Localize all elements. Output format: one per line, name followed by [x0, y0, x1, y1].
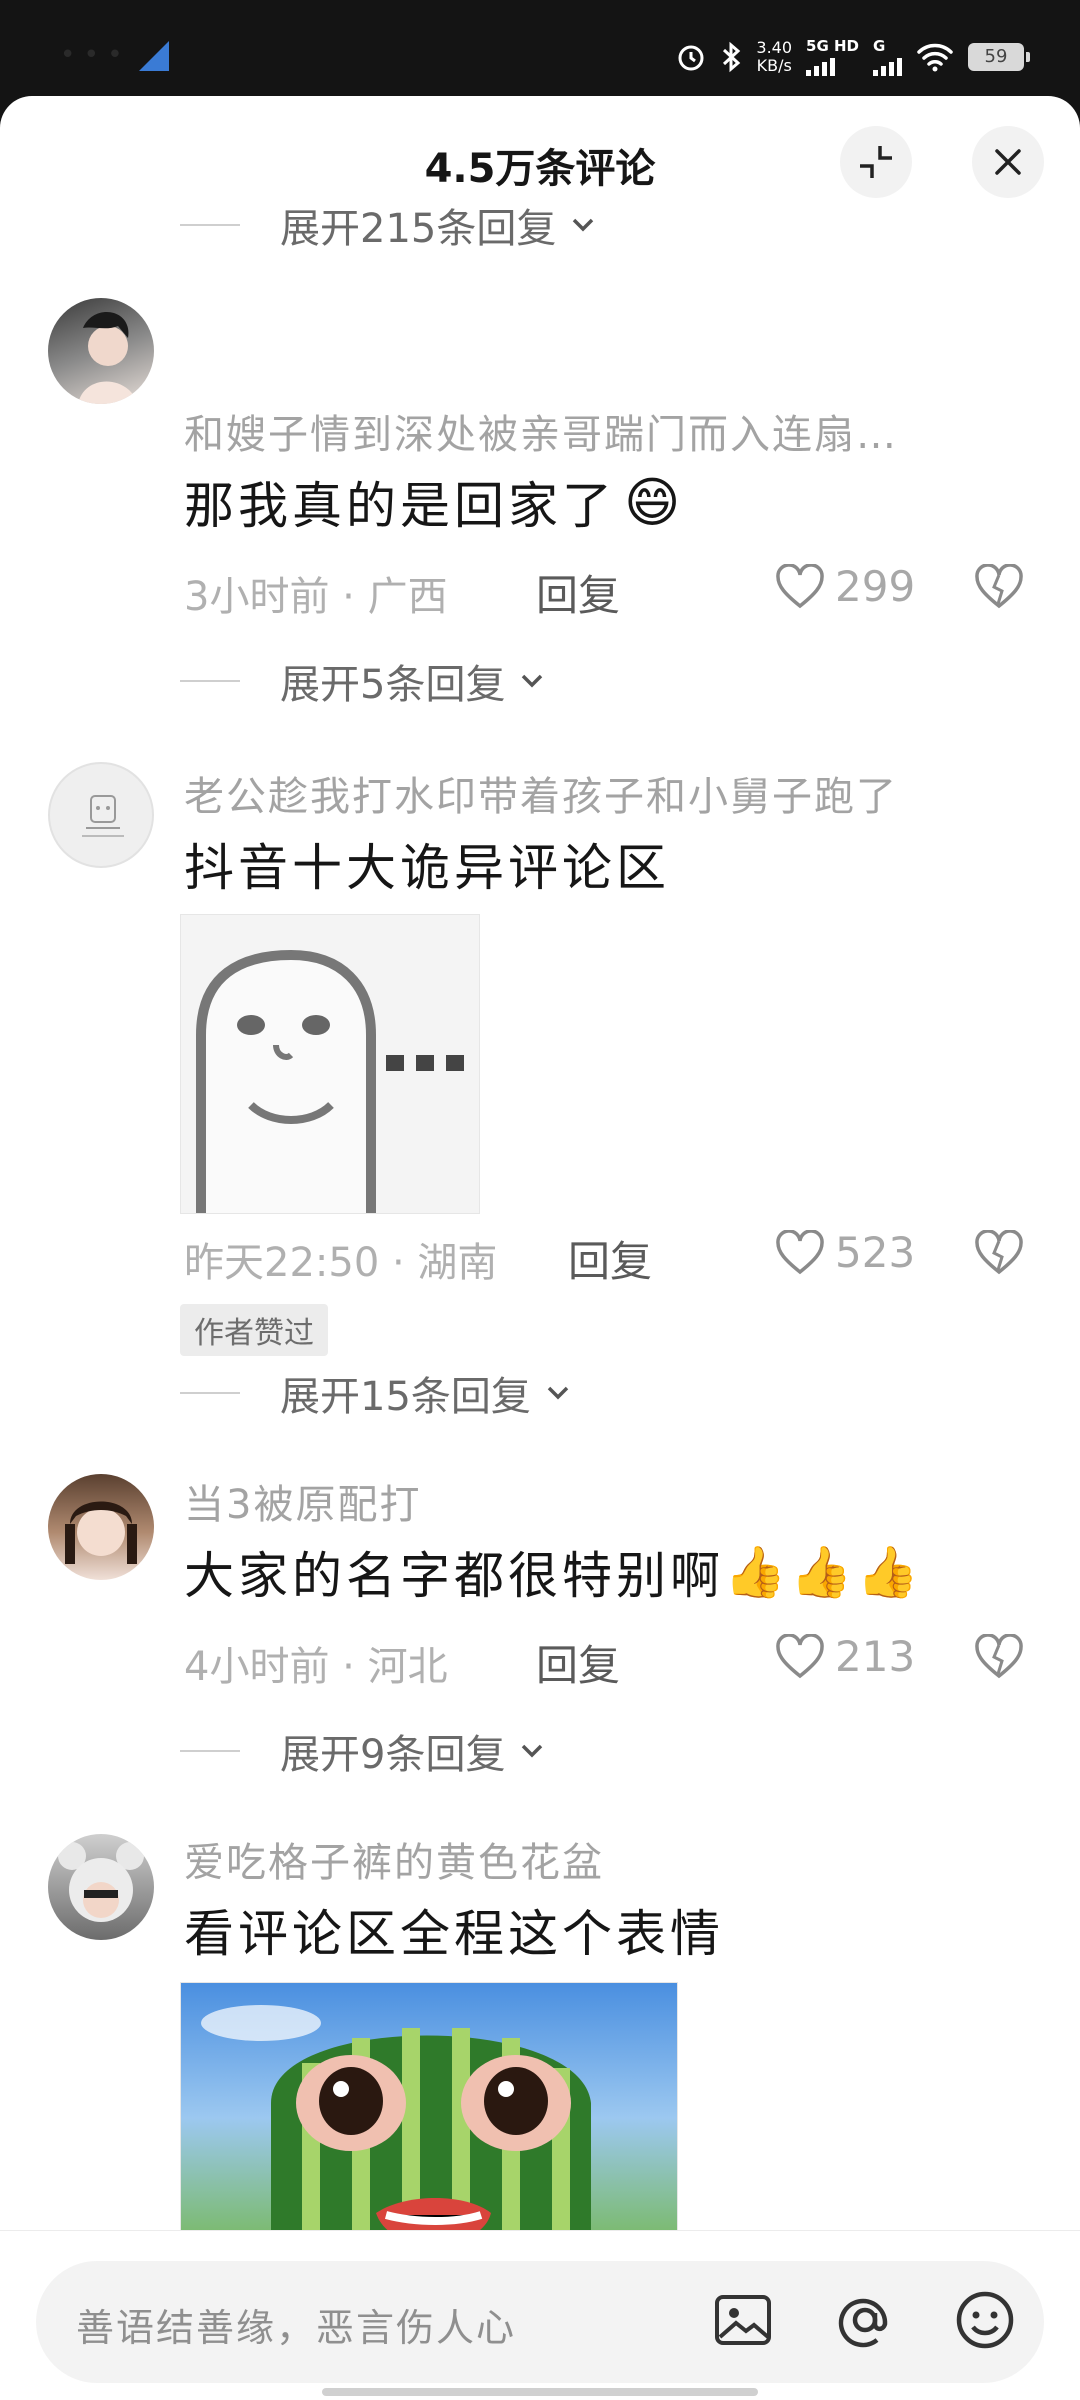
- emoji-button[interactable]: [954, 2289, 1016, 2355]
- close-button[interactable]: [972, 126, 1044, 198]
- image-button[interactable]: [712, 2289, 774, 2355]
- expand-label: 展开5条回复: [280, 662, 506, 708]
- comment-text-body: 大家的名字都很特别啊: [184, 1547, 724, 1605]
- comment-input[interactable]: 善语结善缘，恶言伤人心: [36, 2261, 1044, 2383]
- chevron-down-icon: [573, 218, 594, 232]
- heart-icon: [776, 1229, 824, 1274]
- divider: [180, 680, 240, 682]
- comment-username[interactable]: 爱吃格子裤的黄色花盆: [184, 1830, 604, 1888]
- like-count: 213: [835, 1632, 916, 1681]
- comment-text: 那我真的是回家了 😄: [184, 466, 684, 538]
- signal-bars-2-icon: [873, 54, 902, 76]
- comment-text: 看评论区全程这个表情: [184, 1905, 724, 1963]
- expand-replies[interactable]: 展开15条回复: [180, 1364, 573, 1422]
- divider: [180, 224, 240, 226]
- avatar[interactable]: [48, 298, 154, 404]
- input-placeholder: 善语结善缘，恶言伤人心: [76, 2306, 517, 2350]
- comment-count-title: 4.5万条评论: [424, 146, 656, 192]
- meme-face-image: [181, 915, 479, 1213]
- network-label: 5G HD: [806, 37, 859, 55]
- mention-button[interactable]: [834, 2289, 896, 2355]
- broken-heart-icon: [975, 1229, 1023, 1275]
- home-indicator[interactable]: [322, 2388, 758, 2396]
- speed-value: 3.40: [756, 38, 793, 57]
- chevron-down-icon: [522, 1744, 543, 1758]
- avatar-photo: [65, 1501, 137, 1564]
- heart-icon: [776, 563, 824, 608]
- avatar[interactable]: [48, 1474, 154, 1580]
- comment-sticker-image[interactable]: [180, 914, 480, 1214]
- collapse-icon: [860, 146, 892, 178]
- expand-label: 展开15条回复: [280, 1374, 531, 1420]
- like-count: 299: [835, 562, 916, 611]
- reply-button[interactable]: 回复: [536, 1632, 620, 1693]
- network-label-2: G: [873, 37, 886, 55]
- like-button[interactable]: 299: [775, 562, 915, 611]
- broken-heart-icon: [975, 1633, 1023, 1679]
- author-liked-badge: 作者赞过: [180, 1304, 328, 1356]
- reply-button[interactable]: 回复: [568, 1228, 652, 1289]
- avatar-photo: [58, 1842, 144, 1922]
- status-right: 3.40 KB/s 5G HD G 59: [676, 38, 1030, 76]
- comment-meta: 昨天22:50 · 湖南: [184, 1240, 498, 1286]
- at-icon: [838, 2298, 888, 2348]
- comment-meta: 3小时前 · 广西: [184, 574, 448, 620]
- alarm-icon: [678, 45, 704, 71]
- network-type: 5G HD: [806, 38, 859, 76]
- expand-label: 展开215条回复: [280, 206, 557, 252]
- smiley-icon: [956, 2291, 1014, 2349]
- comment-text: 抖音十大诡异评论区: [184, 839, 670, 897]
- image-icon: [715, 2295, 771, 2345]
- speed-unit: KB/s: [756, 56, 792, 75]
- like-button[interactable]: 523: [775, 1228, 915, 1277]
- divider: [180, 1750, 240, 1752]
- expand-replies-top[interactable]: 展开215条回复: [180, 196, 598, 254]
- status-bar: • • • 3.40 KB/s 5G HD G 59: [0, 0, 1080, 100]
- expand-replies[interactable]: 展开5条回复: [180, 652, 547, 710]
- close-icon: [995, 149, 1021, 175]
- comment-username[interactable]: 老公趁我打水印带着孩子和小舅子跑了: [184, 764, 898, 822]
- chevron-down-icon: [522, 674, 543, 688]
- heart-icon: [776, 1633, 824, 1678]
- network-type-2: G: [873, 38, 902, 76]
- comment-input-bar: 善语结善缘，恶言伤人心: [0, 2230, 1080, 2400]
- battery-indicator: 59: [968, 43, 1030, 71]
- comment-text: 大家的名字都很特别啊 👍👍👍: [184, 1536, 923, 1608]
- status-left: • • •: [60, 40, 169, 71]
- comment-text-body: 那我真的是回家了: [184, 477, 616, 535]
- avatar-photo: [78, 311, 138, 404]
- dislike-button[interactable]: [974, 1633, 1024, 1684]
- avatar-default-icon: [82, 795, 124, 837]
- reply-button[interactable]: 回复: [536, 562, 620, 623]
- comment-sheet: 4.5万条评论 展开215条回复 和嫂子情到深处被亲哥踹门而入连扇… 那我真的是…: [0, 96, 1080, 2400]
- avatar[interactable]: [48, 1834, 154, 1940]
- network-speed: 3.40 KB/s: [756, 39, 792, 75]
- wifi-icon: [917, 43, 953, 72]
- signal-indicator-icon: [138, 40, 169, 71]
- like-button[interactable]: 213: [775, 1632, 915, 1681]
- bluetooth-icon: [723, 41, 741, 73]
- dislike-button[interactable]: [974, 1229, 1024, 1280]
- comment-username[interactable]: 和嫂子情到深处被亲哥踹门而入连扇…: [184, 402, 898, 460]
- like-count: 523: [835, 1228, 916, 1277]
- signal-bars-icon: [806, 54, 859, 76]
- collapse-button[interactable]: [840, 126, 912, 198]
- expand-replies[interactable]: 展开9条回复: [180, 1722, 547, 1780]
- grin-emoji: 😄: [624, 470, 685, 534]
- divider: [180, 1392, 240, 1394]
- comment-meta: 4小时前 · 河北: [184, 1644, 448, 1690]
- avatar[interactable]: [48, 762, 154, 868]
- chevron-down-icon: [547, 1386, 569, 1400]
- expand-label: 展开9条回复: [280, 1732, 506, 1778]
- comment-username[interactable]: 当3被原配打: [184, 1472, 421, 1530]
- status-time: • • •: [60, 40, 123, 70]
- broken-heart-icon: [975, 563, 1023, 609]
- thumbs-up-emoji: 👍👍👍: [724, 1542, 923, 1601]
- dislike-button[interactable]: [974, 563, 1024, 614]
